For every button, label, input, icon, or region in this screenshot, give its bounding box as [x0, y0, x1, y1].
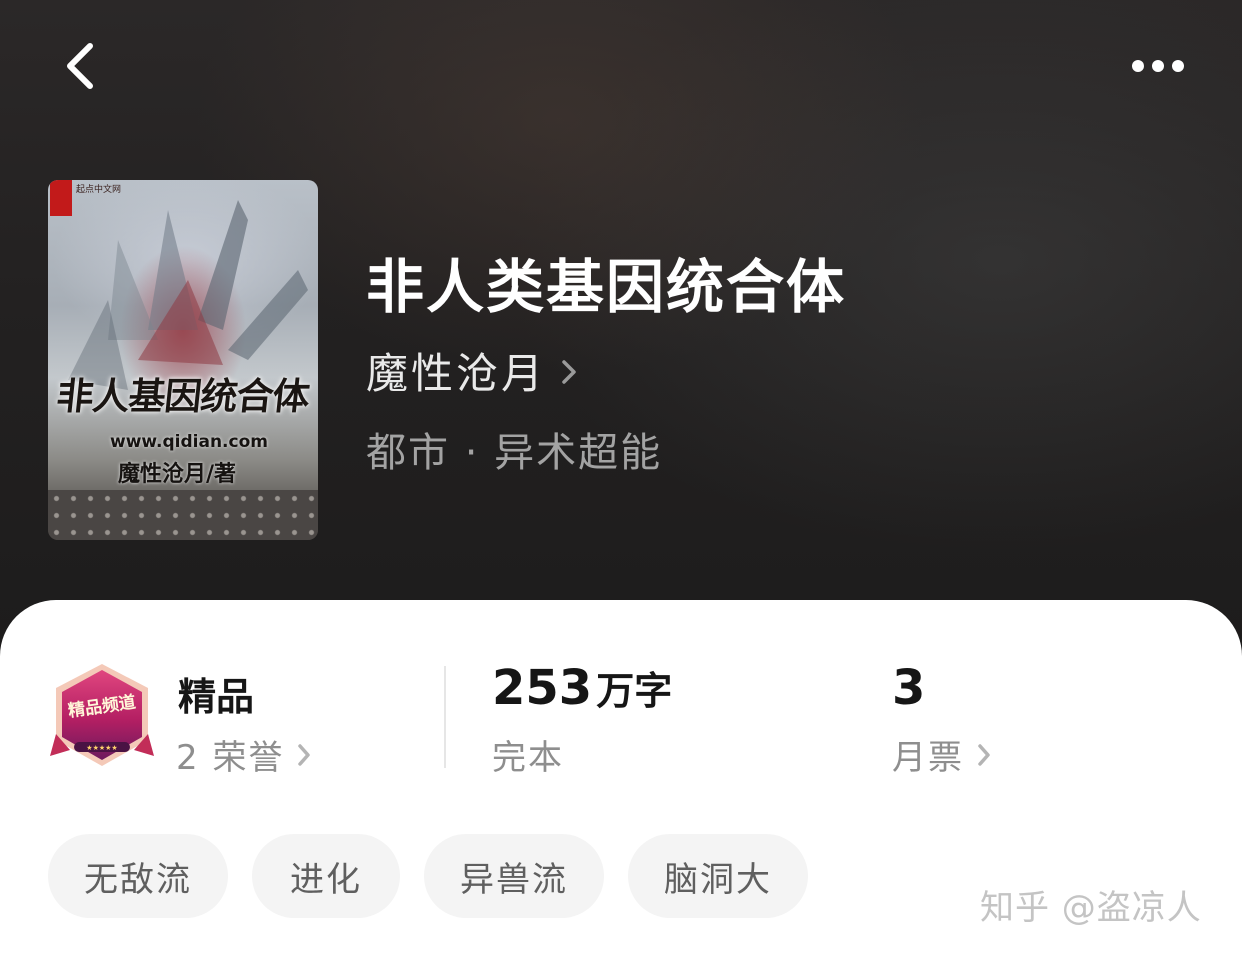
- book-genre: 都市 · 异术超能: [366, 430, 663, 476]
- stats-divider: [444, 666, 446, 768]
- cover-publisher-text: 起点中文网: [76, 185, 122, 195]
- tag-chip[interactable]: 脑洞大: [628, 834, 808, 918]
- cover-title: 非人基因统合体: [54, 374, 311, 418]
- honors-link[interactable]: 2 荣誉: [176, 730, 312, 779]
- monthly-ticket-link[interactable]: 月票: [892, 730, 992, 779]
- level-label: 精品: [178, 675, 255, 719]
- author-link[interactable]: 魔性沧月: [366, 342, 578, 398]
- tag-list: 无敌流 进化 异兽流 脑洞大: [48, 834, 808, 918]
- source-watermark: 知乎 @盗凉人: [980, 888, 1202, 928]
- chevron-right-icon: [298, 743, 311, 766]
- tag-chip[interactable]: 异兽流: [424, 834, 604, 918]
- honors-count: 2 荣誉: [176, 738, 285, 778]
- cover-url: www.qidian.com: [110, 432, 268, 452]
- chevron-right-icon: [978, 743, 990, 766]
- back-button[interactable]: [52, 36, 112, 96]
- chevron-right-icon: [562, 360, 576, 384]
- more-horizontal-icon: [1132, 60, 1184, 72]
- monthly-ticket-count: 3: [892, 660, 926, 716]
- tag-chip[interactable]: 进化: [252, 834, 400, 918]
- cover-dot-pattern: [48, 490, 318, 540]
- monthly-ticket-label: 月票: [892, 738, 964, 778]
- more-button[interactable]: [1122, 46, 1194, 86]
- book-cover[interactable]: 起点中文网 非人基因统合体 www.qidian.com 魔性沧月/著: [48, 180, 318, 540]
- author-name: 魔性沧月: [366, 348, 547, 398]
- svg-text:★★★★★: ★★★★★: [86, 744, 117, 752]
- cover-author: 魔性沧月/著: [118, 461, 237, 487]
- cover-publisher-badge: [50, 180, 72, 216]
- completion-status: 完本: [492, 738, 564, 778]
- tag-chip[interactable]: 无敌流: [48, 834, 228, 918]
- word-count-number: 253: [492, 660, 593, 716]
- book-title: 非人类基因统合体: [366, 253, 847, 321]
- chevron-left-icon: [67, 43, 93, 89]
- word-count-unit: 万字: [596, 669, 673, 713]
- book-header: 起点中文网 非人基因统合体 www.qidian.com 魔性沧月/著 非人类基…: [0, 0, 1242, 660]
- word-count: 253 万字: [492, 660, 672, 716]
